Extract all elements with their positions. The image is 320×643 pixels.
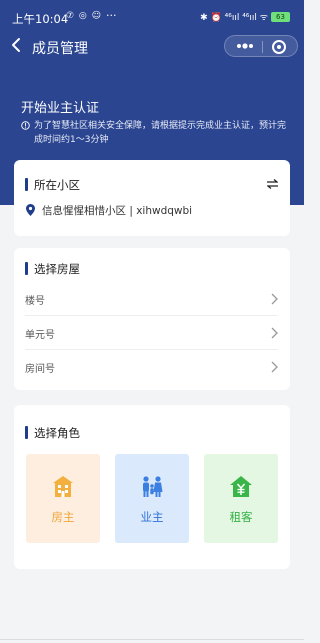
role-option-owner[interactable]: 房主 xyxy=(26,454,100,543)
role-label: 租客 xyxy=(229,510,253,524)
mini-program-capsule xyxy=(224,35,298,57)
house-yuan-icon xyxy=(230,476,252,497)
section-accent-bar xyxy=(25,262,28,275)
auth-description: 为了智慧社区相关安全保障，请根据提示完成业主认证，预计完成时间约1～3分钟 xyxy=(34,121,287,145)
info-icon xyxy=(21,121,30,130)
status-signal-icons: ✱ ⏰ ⁴⁶ııl ⁴⁶ııl ᯤ xyxy=(200,13,268,23)
swap-icon[interactable] xyxy=(267,179,278,189)
status-time: 上午10:04 xyxy=(12,12,69,26)
building-number-row[interactable]: 楼号 xyxy=(25,282,278,316)
auth-heading: 开始业主认证 xyxy=(21,101,100,116)
building-icon xyxy=(53,476,73,497)
role-option-member[interactable]: 业主 xyxy=(115,454,189,543)
status-system-icons: ✱ ⏰ ⁴⁶ııl ⁴⁶ııl ᯤ 63 xyxy=(200,10,290,23)
location-pin-icon xyxy=(26,204,35,216)
chevron-right-icon xyxy=(271,361,278,373)
role-label: 房主 xyxy=(51,510,75,524)
nav-bar: 成员管理 xyxy=(0,34,304,58)
more-dots-icon[interactable] xyxy=(236,43,254,49)
role-label: 业主 xyxy=(140,510,164,524)
role-card: 选择角色 房主 业主 租客 xyxy=(14,405,290,569)
role-section-title: 选择角色 xyxy=(34,426,80,440)
chevron-right-icon xyxy=(271,327,278,339)
row-label: 单元号 xyxy=(25,330,55,341)
house-section-title: 选择房屋 xyxy=(34,262,80,276)
family-icon xyxy=(143,476,163,497)
status-bar: 上午10:04 ⑦ ◎ ☺ ··· ✱ ⏰ ⁴⁶ııl ⁴⁶ııl ᯤ 63 xyxy=(0,0,304,34)
community-name[interactable]: 信息惺惺相惜小区 | xihwdqwbi xyxy=(42,203,192,218)
community-section-title: 所在小区 xyxy=(34,178,80,192)
status-more-dots: ··· xyxy=(106,9,117,22)
section-accent-bar xyxy=(25,178,28,191)
community-card: 所在小区 信息惺惺相惜小区 | xihwdqwbi xyxy=(14,160,290,236)
battery-icon: 63 xyxy=(271,11,290,22)
house-card: 选择房屋 楼号 单元号 房间号 xyxy=(14,248,290,390)
row-label: 楼号 xyxy=(25,296,45,307)
role-option-tenant[interactable]: 租客 xyxy=(204,454,278,543)
section-accent-bar xyxy=(25,426,28,439)
back-arrow-icon[interactable] xyxy=(10,37,24,53)
room-number-row[interactable]: 房间号 xyxy=(25,350,278,384)
unit-number-row[interactable]: 单元号 xyxy=(25,316,278,350)
bottom-divider xyxy=(0,639,304,640)
page-title: 成员管理 xyxy=(32,41,88,57)
capsule-divider xyxy=(262,41,263,53)
status-app-icons: ⑦ ◎ ☺ xyxy=(66,11,103,21)
row-label: 房间号 xyxy=(25,364,55,375)
chevron-right-icon xyxy=(271,293,278,305)
close-mini-program-icon[interactable] xyxy=(272,40,286,54)
